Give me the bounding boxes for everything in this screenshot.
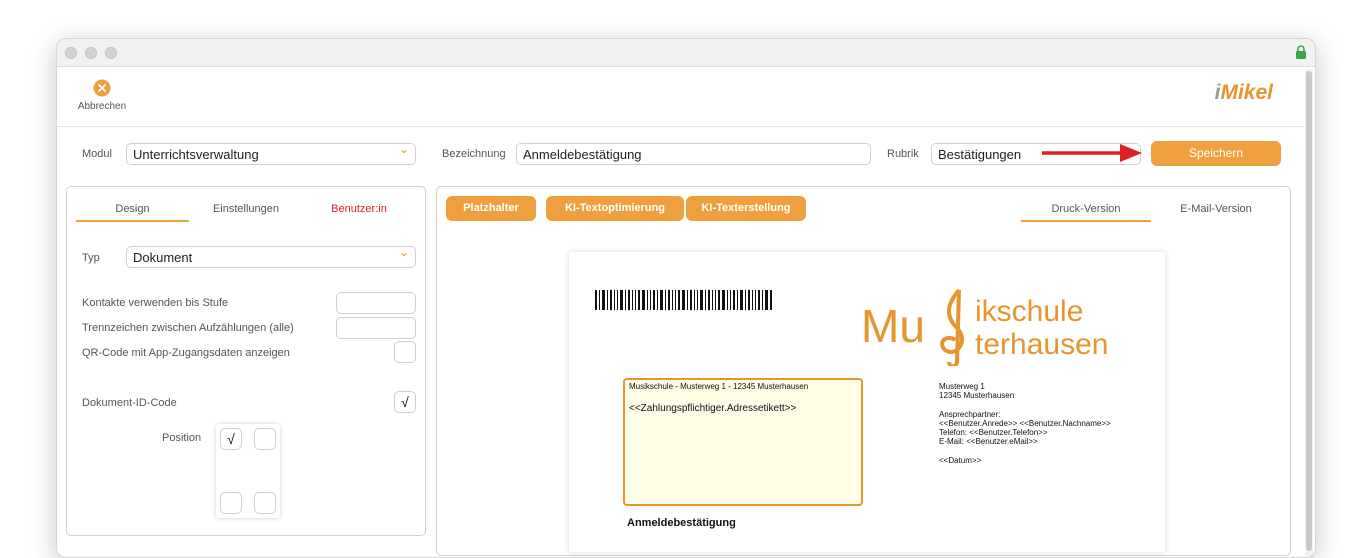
typ-select[interactable]: Dokument [126, 245, 416, 268]
address-field: Musikschule - Musterweg 1 - 12345 Muster… [623, 378, 863, 506]
position-bottom-right[interactable] [254, 492, 276, 514]
qr-code-checkbox[interactable] [394, 341, 416, 363]
tab-design[interactable]: Design [76, 203, 189, 222]
sender-line: Musikschule - Musterweg 1 - 12345 Muster… [629, 382, 809, 391]
kontakte-label: Kontakte verwenden bis Stufe [82, 297, 229, 309]
address-placeholder: <<Zahlungspflichtiger.Adressetikett>> [629, 403, 797, 414]
lock-icon [1296, 45, 1306, 59]
info-line: <<Benutzer.Anrede>> <<Benutzer.Nachname>… [939, 419, 1111, 428]
document-heading: Anmeldebestätigung [627, 517, 736, 529]
modul-select[interactable]: Unterrichtsverwaltung [126, 142, 416, 165]
info-line: 12345 Musterhausen [939, 391, 1015, 400]
tab-email-version[interactable]: E-Mail-Version [1151, 203, 1281, 220]
document-preview: Mu ikschule terhausen Musikschule - Must… [569, 252, 1165, 552]
ki-texterstellung-button[interactable]: KI-Texterstellung [686, 196, 806, 221]
trennzeichen-label: Trennzeichen zwischen Aufzählungen (alle… [82, 322, 294, 334]
info-line: <<Datum>> [939, 456, 982, 465]
app-logo: iMikel [1214, 81, 1273, 104]
dokument-id-checkbox[interactable]: √ [394, 391, 416, 413]
bezeichnung-input[interactable]: Anmeldebestätigung [516, 143, 871, 165]
platzhalter-button[interactable]: Platzhalter [446, 196, 536, 221]
treble-clef-logo-icon: Mu ikschule terhausen [861, 288, 1108, 366]
bezeichnung-label: Bezeichnung [442, 148, 506, 160]
typ-label: Typ [82, 252, 100, 264]
position-top-left[interactable]: √ [220, 428, 242, 450]
kontakte-input[interactable] [336, 292, 416, 314]
info-line: Ansprechpartner: [939, 410, 1001, 419]
info-line [939, 446, 1159, 456]
ki-textoptimierung-button[interactable]: KI-Textoptimierung [546, 196, 684, 221]
trennzeichen-input[interactable] [336, 317, 416, 339]
contact-info-block: Musterweg 1 12345 Musterhausen Ansprechp… [939, 382, 1159, 465]
svg-text:Mu: Mu [861, 300, 925, 352]
rubrik-label: Rubrik [887, 148, 919, 160]
cancel-button[interactable]: Abbrechen [77, 79, 127, 112]
music-school-logo: Mu ikschule terhausen [861, 284, 1151, 366]
info-line: Musterweg 1 [939, 382, 985, 391]
tab-benutzer[interactable]: Benutzer:in [303, 203, 415, 220]
toolbar: Abbrechen iMikel [57, 67, 1305, 127]
tab-druck-version[interactable]: Druck-Version [1021, 203, 1151, 222]
zoom-window-button[interactable] [105, 47, 117, 59]
info-line: Telefon: <<Benutzer.Telefon>> [939, 428, 1048, 437]
modul-label: Modul [82, 148, 112, 160]
qr-code-label: QR-Code mit App-Zugangsdaten anzeigen [82, 347, 290, 359]
dokument-id-label: Dokument-ID-Code [82, 397, 177, 409]
save-button[interactable]: Speichern [1151, 141, 1281, 166]
scrollbar[interactable] [1305, 69, 1313, 557]
info-line: E-Mail: <<Benutzer.eMail>> [939, 437, 1038, 446]
scrollbar-thumb[interactable] [1306, 71, 1312, 551]
svg-text:terhausen: terhausen [975, 328, 1108, 361]
close-window-button[interactable] [65, 47, 77, 59]
cancel-label: Abbrechen [77, 101, 127, 112]
position-bottom-left[interactable] [220, 492, 242, 514]
barcode-icon [595, 290, 772, 310]
position-top-right[interactable] [254, 428, 276, 450]
red-arrow-annotation [1042, 144, 1142, 162]
tab-einstellungen[interactable]: Einstellungen [190, 203, 302, 220]
minimize-window-button[interactable] [85, 47, 97, 59]
title-bar [57, 39, 1315, 67]
info-line [939, 400, 1159, 410]
position-label: Position [162, 432, 202, 444]
close-circle-icon [93, 79, 111, 97]
svg-text:ikschule: ikschule [975, 295, 1083, 328]
